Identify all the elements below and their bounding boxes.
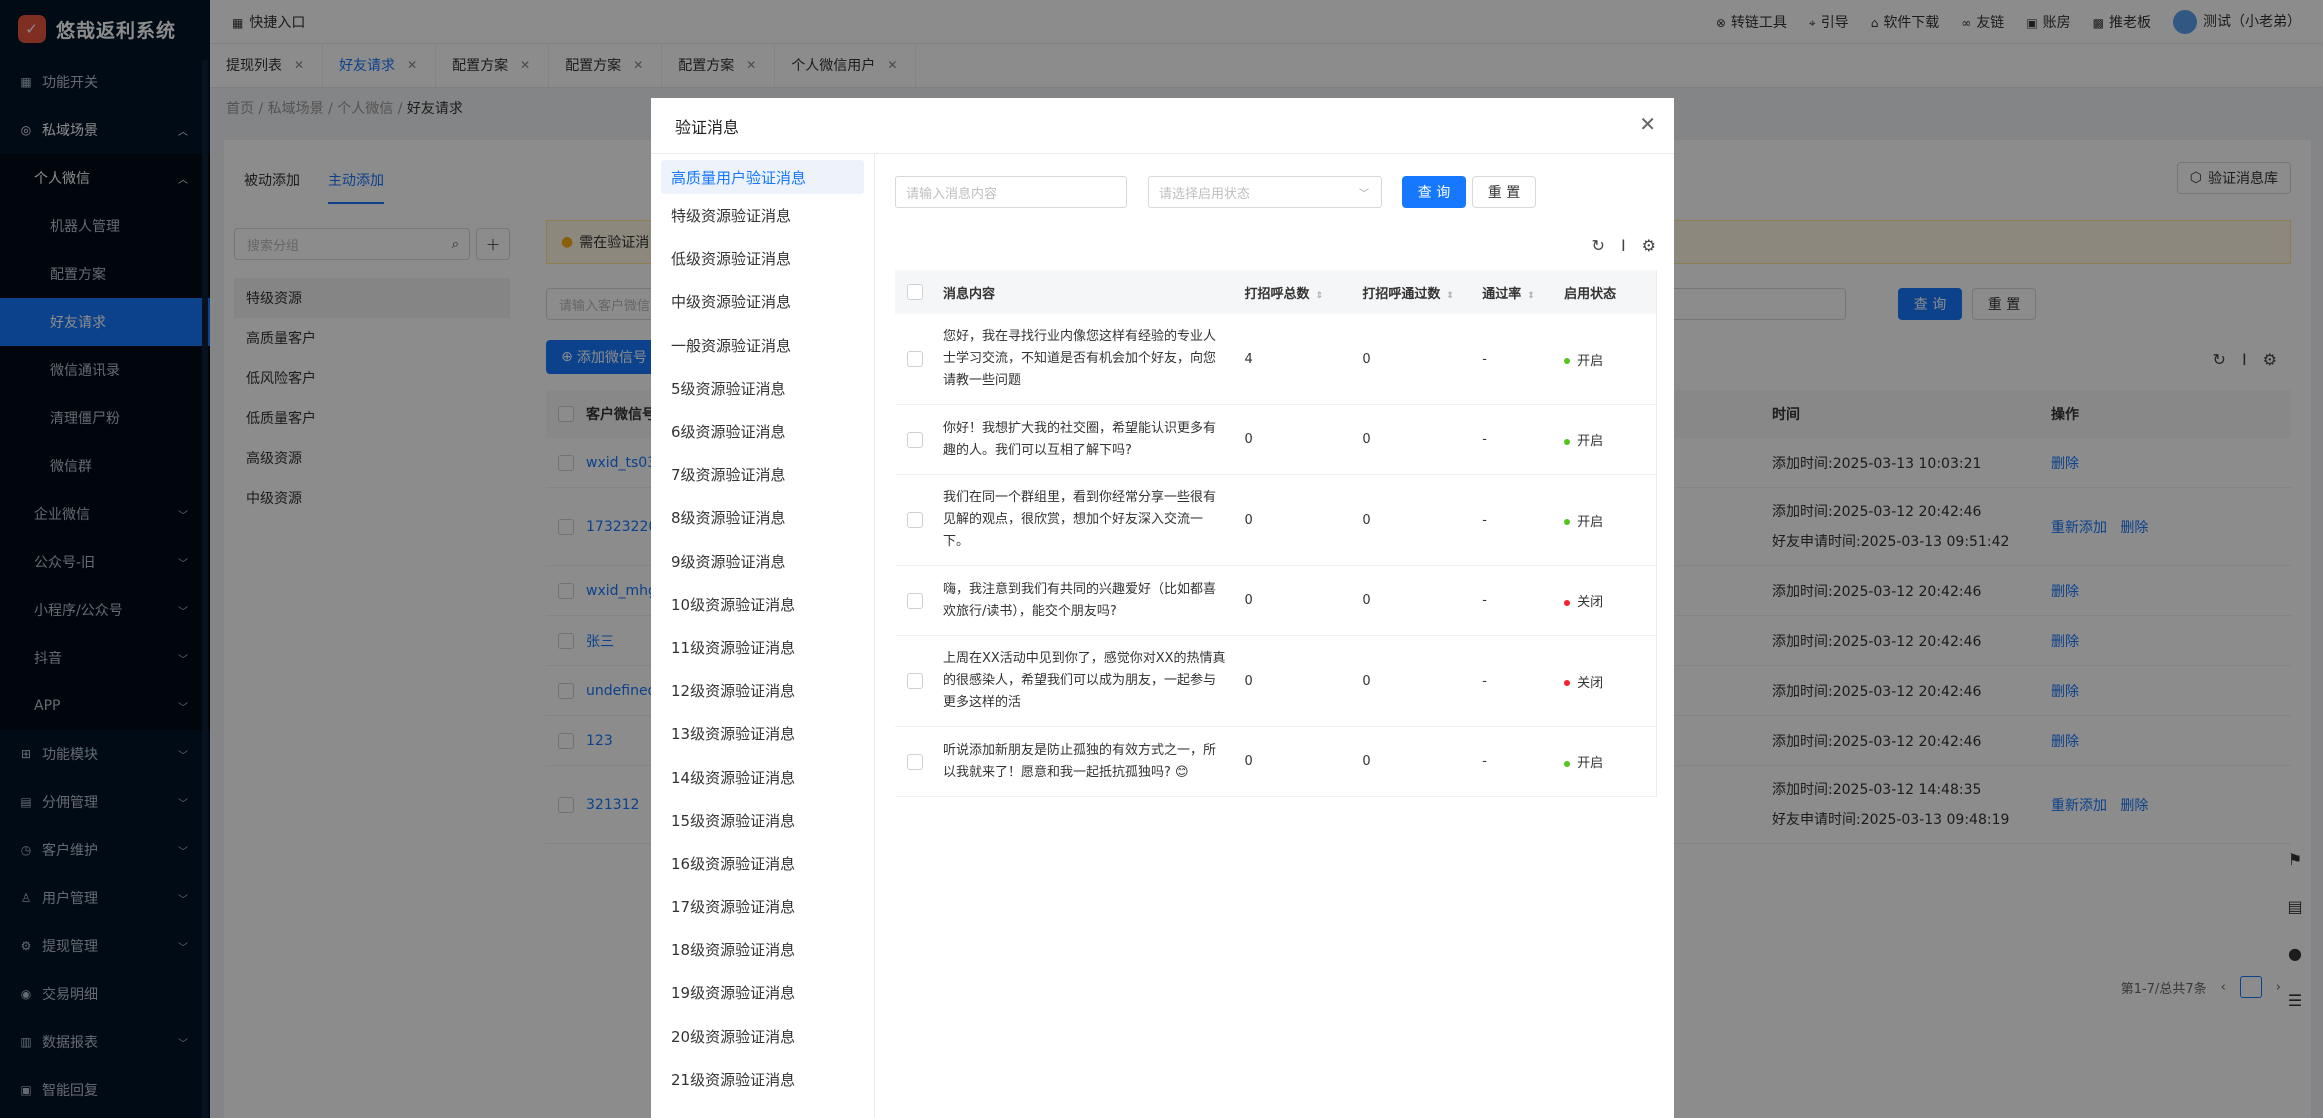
col-status: 启用状态 — [1564, 286, 1617, 302]
message-search-input[interactable]: 请输入消息内容 — [895, 176, 1127, 208]
category-item[interactable]: 特级资源验证消息 — [651, 194, 874, 237]
message-table-header: 消息内容 打招呼总数 ⇕ 打招呼通过数 ⇕ 通过率 ⇕ 启用状态 — [895, 270, 1656, 314]
category-item[interactable]: 19级资源验证消息 — [651, 971, 874, 1014]
message-content: 嗨，我注意到我们有共同的兴趣爱好（比如都喜欢旅行/读书），能交个朋友吗? — [942, 581, 1216, 619]
message-total: 4 — [1244, 351, 1253, 367]
category-item[interactable]: 高质量用户验证消息 — [661, 160, 864, 194]
category-item[interactable]: 中级资源验证消息 — [651, 280, 874, 323]
select-all-checkbox[interactable] — [906, 284, 923, 300]
message-row: 听说添加新朋友是防止孤独的有效方式之一，所以我就来了！愿意和我一起抵抗孤独吗? … — [895, 727, 1656, 797]
status-dot-icon — [1564, 599, 1571, 606]
message-rate: - — [1482, 351, 1487, 367]
verify-message-modal: 验证消息 ✕ 高质量用户验证消息 特级资源验证消息 低级资源验证消息 中级资源验… — [651, 98, 1674, 1118]
message-rate: - — [1482, 593, 1487, 608]
col-passed[interactable]: 打招呼通过数 ⇕ — [1354, 283, 1474, 302]
status-dot-icon — [1564, 438, 1571, 445]
message-passed: 0 — [1362, 351, 1371, 367]
message-rate: - — [1482, 512, 1487, 528]
message-row: 嗨，我注意到我们有共同的兴趣爱好（比如都喜欢旅行/读书），能交个朋友吗? 0 0… — [895, 566, 1656, 636]
message-rate: - — [1482, 754, 1487, 769]
chevron-down-icon: ﹀ — [1359, 188, 1369, 200]
sort-icon: ⇕ — [1446, 290, 1454, 301]
row-checkbox[interactable] — [906, 512, 923, 528]
category-item[interactable]: 7级资源验证消息 — [651, 453, 874, 496]
message-content: 我们在同一个群组里，看到你经常分享一些很有见解的观点，很欣赏，想加个好友深入交流… — [942, 490, 1216, 549]
row-checkbox[interactable] — [906, 431, 923, 448]
col-content: 消息内容 — [942, 286, 995, 302]
row-checkbox[interactable] — [906, 592, 923, 609]
message-row: 上周在XX活动中见到你了，感觉你对XX的热情真的很感染人，希望我们可以成为朋友，… — [895, 636, 1656, 727]
message-content: 听说添加新朋友是防止孤独的有效方式之一，所以我就来了！愿意和我一起抵抗孤独吗? … — [942, 742, 1216, 780]
status-select[interactable]: 请选择启用状态 ﹀ — [1148, 176, 1382, 208]
category-item[interactable]: 14级资源验证消息 — [651, 755, 874, 798]
modal-table-tools: ↻ Ⅰ ⚙ — [1592, 236, 1656, 255]
refresh-icon[interactable]: ↻ — [1592, 236, 1605, 255]
col-total[interactable]: 打招呼总数 ⇕ — [1237, 283, 1355, 302]
message-status: 关闭 — [1556, 672, 1656, 691]
category-item[interactable]: 6级资源验证消息 — [651, 410, 874, 453]
message-passed: 0 — [1362, 432, 1371, 447]
message-content: 上周在XX活动中见到你了，感觉你对XX的热情真的很感染人，希望我们可以成为朋友，… — [942, 651, 1226, 710]
row-checkbox[interactable] — [906, 753, 923, 770]
category-item[interactable]: 12级资源验证消息 — [651, 669, 874, 712]
category-item[interactable]: 15级资源验证消息 — [651, 799, 874, 842]
category-item[interactable]: 低级资源验证消息 — [651, 237, 874, 280]
category-item[interactable]: 20级资源验证消息 — [651, 1015, 874, 1058]
category-item[interactable]: 18级资源验证消息 — [651, 928, 874, 971]
message-passed: 0 — [1362, 593, 1371, 608]
message-status: 开启 — [1556, 350, 1656, 369]
category-item[interactable]: 8级资源验证消息 — [651, 496, 874, 539]
row-checkbox[interactable] — [906, 351, 923, 367]
message-total: 0 — [1244, 673, 1253, 689]
category-item[interactable]: 9级资源验证消息 — [651, 540, 874, 583]
close-icon[interactable]: ✕ — [1639, 112, 1656, 136]
category-item[interactable]: 16级资源验证消息 — [651, 842, 874, 885]
status-dot-icon — [1564, 358, 1571, 364]
message-status: 开启 — [1556, 511, 1656, 530]
status-dot-icon — [1564, 760, 1571, 767]
message-content: 你好！我想扩大我的社交圈，希望能认识更多有趣的人。我们可以互相了解下吗? — [942, 420, 1216, 458]
message-rate: - — [1482, 432, 1487, 447]
message-total: 0 — [1244, 754, 1253, 769]
message-status: 开启 — [1556, 752, 1656, 771]
message-total: 0 — [1244, 593, 1253, 608]
modal-query-button[interactable]: 查 询 — [1402, 176, 1466, 208]
message-rate: - — [1482, 673, 1487, 689]
message-row: 您好，我在寻找行业内像您这样有经验的专业人士学习交流，不知道是否有机会加个好友，… — [895, 314, 1656, 405]
col-rate[interactable]: 通过率 ⇕ — [1474, 283, 1556, 302]
density-icon[interactable]: Ⅰ — [1621, 236, 1626, 255]
status-dot-icon — [1564, 519, 1571, 525]
message-content: 您好，我在寻找行业内像您这样有经验的专业人士学习交流，不知道是否有机会加个好友，… — [942, 329, 1216, 388]
message-total: 0 — [1244, 432, 1253, 447]
row-checkbox[interactable] — [906, 673, 923, 689]
category-item[interactable]: 11级资源验证消息 — [651, 626, 874, 669]
settings-icon[interactable]: ⚙ — [1642, 236, 1656, 255]
sort-icon: ⇕ — [1315, 290, 1324, 301]
sort-icon: ⇕ — [1527, 290, 1535, 301]
category-list: 高质量用户验证消息 特级资源验证消息 低级资源验证消息 中级资源验证消息 一般资… — [651, 154, 875, 1118]
category-item[interactable]: 10级资源验证消息 — [651, 583, 874, 626]
modal-title: 验证消息 — [675, 118, 740, 137]
message-row: 你好！我想扩大我的社交圈，希望能认识更多有趣的人。我们可以互相了解下吗? 0 0… — [895, 405, 1656, 475]
message-total: 0 — [1244, 512, 1253, 528]
message-passed: 0 — [1362, 673, 1371, 689]
message-passed: 0 — [1362, 754, 1371, 769]
message-status: 关闭 — [1556, 591, 1656, 610]
category-item[interactable]: 13级资源验证消息 — [651, 712, 874, 755]
message-passed: 0 — [1362, 512, 1371, 528]
message-row: 我们在同一个群组里，看到你经常分享一些很有见解的观点，很欣赏，想加个好友深入交流… — [895, 475, 1656, 566]
modal-reset-button[interactable]: 重 置 — [1472, 176, 1536, 208]
message-status: 开启 — [1556, 430, 1656, 449]
category-item[interactable]: 一般资源验证消息 — [651, 324, 874, 367]
message-panel: 请输入消息内容 请选择启用状态 ﹀ 查 询 重 置 ↻ Ⅰ ⚙ 消息内容 打招呼总… — [875, 154, 1674, 1118]
category-item[interactable]: 5级资源验证消息 — [651, 367, 874, 410]
category-item[interactable]: 17级资源验证消息 — [651, 885, 874, 928]
message-table: 消息内容 打招呼总数 ⇕ 打招呼通过数 ⇕ 通过率 ⇕ 启用状态 您好，我在寻找行业内… — [895, 270, 1657, 797]
status-dot-icon — [1564, 680, 1571, 686]
category-item[interactable]: 21级资源验证消息 — [651, 1058, 874, 1101]
